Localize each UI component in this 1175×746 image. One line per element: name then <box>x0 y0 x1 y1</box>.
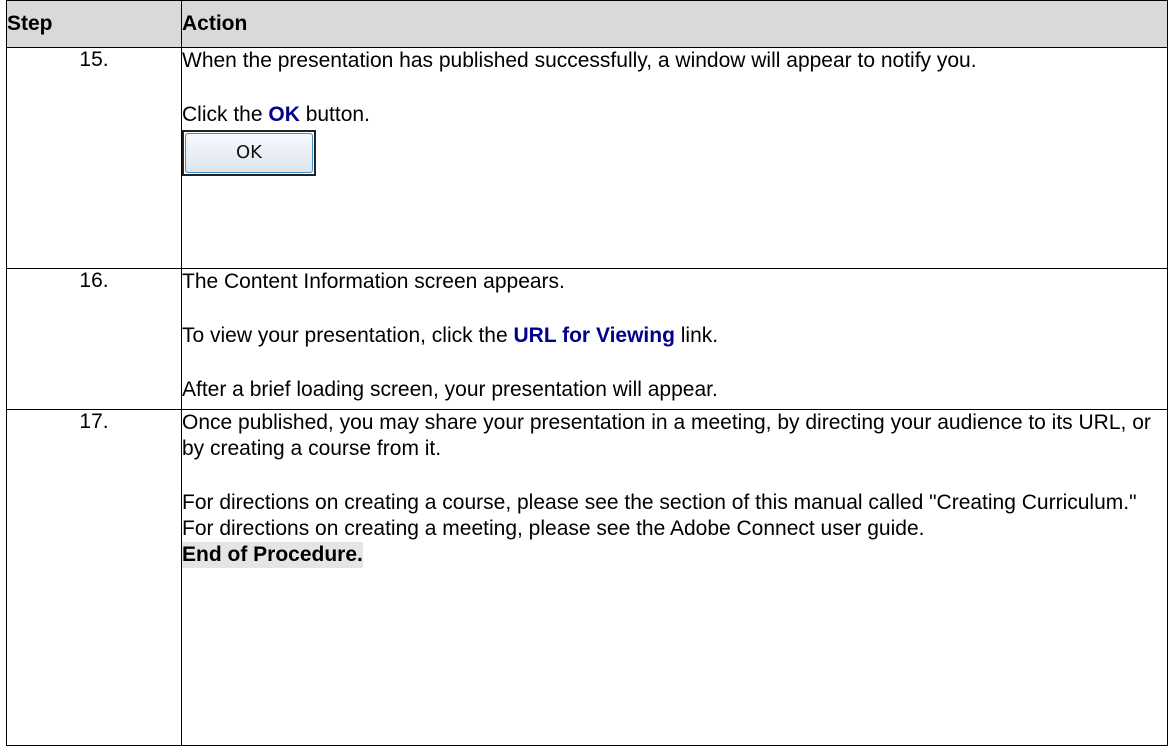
instruction-suffix: link. <box>674 324 719 347</box>
step-number: 15. <box>6 47 182 269</box>
action-text: Once published, you may share your prese… <box>182 411 1151 460</box>
action-instruction: To view your presentation, click the URL… <box>182 323 1167 349</box>
step-action: Once published, you may share your prese… <box>181 409 1168 746</box>
step-action: When the presentation has published succ… <box>181 47 1168 269</box>
instruction-prefix: Click the <box>182 103 269 126</box>
header-action: Action <box>181 0 1168 48</box>
table-header-row: Step Action <box>6 0 1168 48</box>
procedure-page: Step Action 15. When the presentation ha… <box>0 0 1175 746</box>
url-for-viewing-reference: URL for Viewing <box>513 324 675 347</box>
step-number: 16. <box>6 268 182 410</box>
table-row: 17. Once published, you may share your p… <box>6 409 1168 746</box>
ok-reference: OK <box>268 103 300 126</box>
table-row: 15. When the presentation has published … <box>6 47 1168 269</box>
procedure-table: Step Action 15. When the presentation ha… <box>6 0 1168 746</box>
step-action: The Content Information screen appears. … <box>181 268 1168 410</box>
instruction-suffix: button. <box>299 103 370 126</box>
action-text: After a brief loading screen, your prese… <box>182 378 718 401</box>
ok-button[interactable]: OK <box>185 133 313 173</box>
action-text: When the presentation has published succ… <box>182 49 977 72</box>
step-number: 17. <box>6 409 182 746</box>
action-text: The Content Information screen appears. <box>182 270 565 293</box>
header-step: Step <box>6 0 182 48</box>
end-of-procedure: End of Procedure. <box>182 542 363 568</box>
action-text: For directions on creating a course, ple… <box>182 491 1137 540</box>
table-row: 16. The Content Information screen appea… <box>6 268 1168 410</box>
action-instruction: Click the OK button. <box>182 102 1167 128</box>
instruction-prefix: To view your presentation, click the <box>182 324 514 347</box>
ok-button-screenshot: OK <box>182 130 316 176</box>
